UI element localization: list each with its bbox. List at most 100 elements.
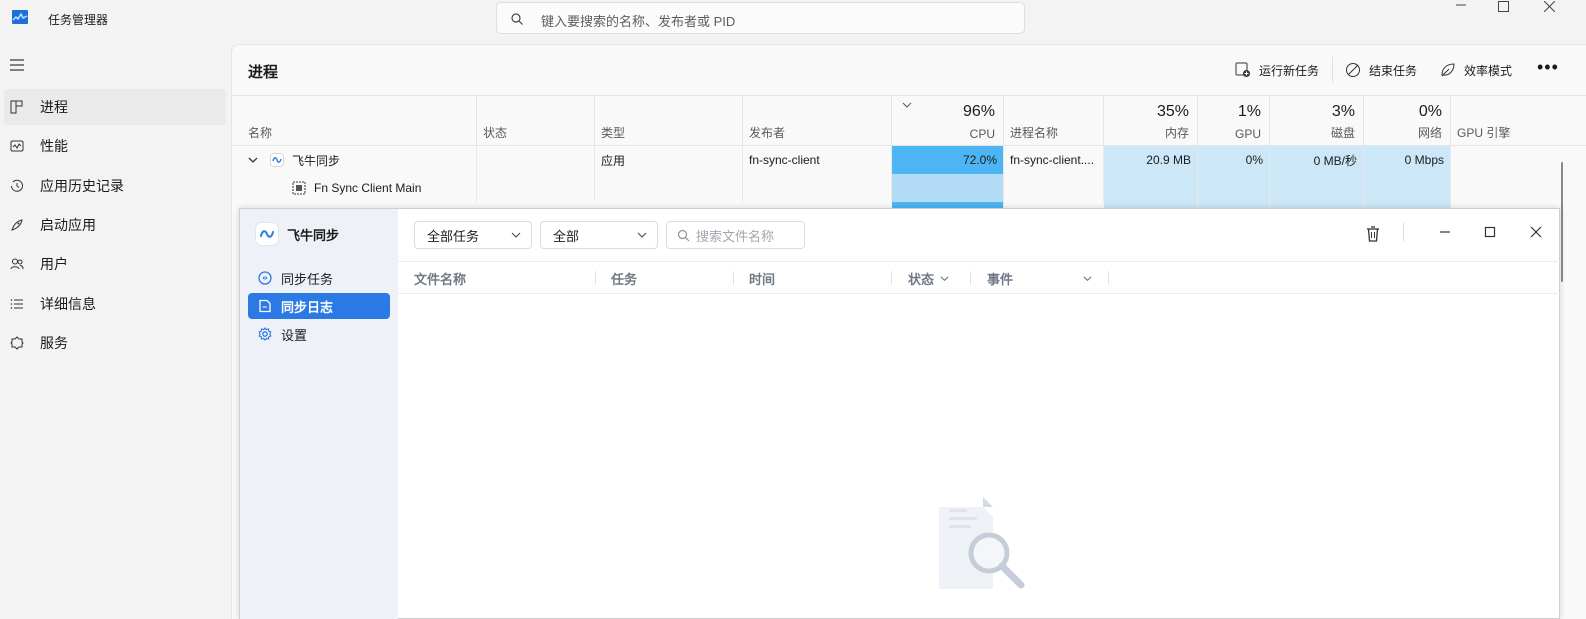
- close-button[interactable]: [1526, 0, 1572, 14]
- publisher-cell: fn-sync-client: [743, 146, 892, 174]
- process-name-cell: [1004, 174, 1104, 202]
- fn-nav-sync-tasks[interactable]: 同步任务: [248, 265, 390, 291]
- fn-nav-settings[interactable]: 设置: [248, 321, 390, 347]
- column-separator: [1108, 271, 1109, 285]
- leaf-icon: [1441, 63, 1455, 77]
- memory-cell: 20.9 MB: [1104, 146, 1198, 174]
- scrollbar[interactable]: [1561, 162, 1563, 282]
- table-header: 名称 状态 类型 发布者 96% CPU 进程名称 35% 内存 1% GPU …: [232, 95, 1586, 146]
- column-separator: [970, 271, 971, 285]
- sidebar-item-startup[interactable]: 启动应用: [4, 207, 226, 243]
- log-icon: [258, 299, 272, 313]
- column-filename[interactable]: 文件名称: [414, 262, 466, 294]
- column-status-filter[interactable]: 状态: [908, 262, 949, 294]
- column-name[interactable]: 名称: [232, 96, 477, 146]
- fn-nav-label: 同步日志: [281, 299, 334, 315]
- sidebar-item-services[interactable]: 服务: [4, 325, 226, 361]
- minimize-icon: [1440, 231, 1450, 233]
- search-input[interactable]: 键入要搜索的名称、发布者或 PID: [496, 2, 1025, 34]
- chevron-down-icon: [511, 232, 521, 238]
- fn-nav-sync-log[interactable]: 同步日志: [248, 293, 390, 319]
- column-type[interactable]: 类型: [595, 96, 743, 146]
- column-disk[interactable]: 3% 磁盘: [1270, 96, 1364, 146]
- fn-minimize-button[interactable]: [1436, 223, 1454, 241]
- maximize-button[interactable]: [1480, 0, 1526, 14]
- process-name: 飞牛同步: [292, 153, 341, 168]
- chevron-down-icon: [940, 275, 949, 281]
- sidebar: 进程 性能 应用历史记录 启动应用 用户 详细信息 服务: [0, 44, 230, 619]
- details-icon: [9, 296, 25, 312]
- fn-maximize-button[interactable]: [1481, 223, 1499, 241]
- close-icon: [1530, 226, 1542, 238]
- column-process-name[interactable]: 进程名称: [1004, 96, 1104, 146]
- sidebar-item-app-history[interactable]: 应用历史记录: [4, 168, 226, 204]
- startup-icon: [9, 217, 25, 233]
- name-cell: Fn Sync Client Main: [232, 174, 477, 202]
- column-gpu[interactable]: 1% GPU: [1198, 96, 1270, 146]
- task-manager-icon: [12, 10, 28, 24]
- sidebar-item-label: 性能: [40, 138, 68, 154]
- chevron-down-icon: [1083, 276, 1092, 282]
- sidebar-item-label: 用户: [40, 256, 68, 272]
- cpu-cell: [892, 174, 1004, 202]
- search-icon: [677, 229, 690, 241]
- memory-cell: [1104, 174, 1198, 202]
- close-icon: [1543, 1, 1555, 12]
- hamburger-icon[interactable]: [9, 58, 25, 72]
- sidebar-item-label: 进程: [40, 99, 68, 115]
- efficiency-mode-button[interactable]: 效率模式: [1440, 59, 1512, 81]
- chevron-down-icon[interactable]: [248, 157, 258, 163]
- process-name-cell: fn-sync-client....: [1004, 146, 1104, 174]
- performance-icon: [9, 138, 25, 154]
- column-memory[interactable]: 35% 内存: [1104, 96, 1198, 146]
- end-task-button[interactable]: 结束任务: [1345, 59, 1417, 81]
- title-bar: 任务管理器 键入要搜索的名称、发布者或 PID: [0, 0, 1586, 44]
- run-new-task-button[interactable]: 运行新任务: [1235, 59, 1319, 81]
- gpu-engine-cell: [1451, 146, 1586, 174]
- column-task[interactable]: 任务: [611, 262, 637, 294]
- app-title: 任务管理器: [48, 13, 109, 27]
- column-separator: [733, 271, 734, 285]
- column-event-filter[interactable]: 事件: [987, 262, 1092, 294]
- name-cell: 飞牛同步: [232, 146, 477, 174]
- table-row[interactable]: 飞牛同步 应用 fn-sync-client 72.0% fn-sync-cli…: [232, 146, 1586, 174]
- trash-icon[interactable]: [1364, 225, 1382, 243]
- empty-state-icon: [939, 497, 1025, 589]
- sidebar-item-label: 启动应用: [40, 217, 96, 233]
- fn-logo-icon: [256, 223, 278, 245]
- sidebar-item-performance[interactable]: 性能: [4, 128, 226, 164]
- sidebar-item-details[interactable]: 详细信息: [4, 286, 226, 322]
- task-filter-value: 全部任务: [427, 228, 480, 244]
- fn-toolbar: 全部任务 全部 搜索文件名称: [398, 209, 1560, 261]
- column-gpu-engine[interactable]: GPU 引擎: [1451, 96, 1586, 146]
- column-publisher[interactable]: 发布者: [743, 96, 892, 146]
- fn-close-button[interactable]: [1527, 223, 1545, 241]
- gear-icon: [258, 327, 272, 341]
- status-filter-dropdown[interactable]: 全部: [540, 221, 658, 249]
- search-placeholder: 键入要搜索的名称、发布者或 PID: [541, 14, 736, 29]
- file-search-input[interactable]: 搜索文件名称: [666, 221, 805, 249]
- column-status[interactable]: 状态: [477, 96, 595, 146]
- table-row[interactable]: Fn Sync Client Main: [232, 174, 1586, 202]
- task-filter-dropdown[interactable]: 全部任务: [414, 221, 532, 249]
- end-task-icon: [1346, 63, 1360, 77]
- disk-cell: [1270, 174, 1364, 202]
- minimize-button[interactable]: [1438, 0, 1484, 14]
- more-options-button[interactable]: •••: [1537, 57, 1559, 78]
- column-event-label: 事件: [987, 271, 1014, 287]
- run-new-task-icon: [1235, 62, 1250, 77]
- network-cell: [1364, 174, 1451, 202]
- type-cell: 应用: [595, 146, 743, 174]
- maximize-icon: [1484, 226, 1496, 238]
- fn-brand-name: 飞牛同步: [287, 227, 340, 243]
- command-separator: [1332, 57, 1333, 83]
- sidebar-item-users[interactable]: 用户: [4, 246, 226, 282]
- column-network[interactable]: 0% 网络: [1364, 96, 1451, 146]
- column-time[interactable]: 时间: [749, 262, 775, 294]
- column-cpu[interactable]: 96% CPU: [892, 96, 1004, 146]
- processes-icon: [9, 99, 25, 115]
- run-new-task-label: 运行新任务: [1259, 63, 1320, 78]
- sort-chevron-icon: [902, 102, 912, 108]
- fn-nav-label: 同步任务: [281, 271, 334, 287]
- sidebar-item-processes[interactable]: 进程: [4, 89, 226, 125]
